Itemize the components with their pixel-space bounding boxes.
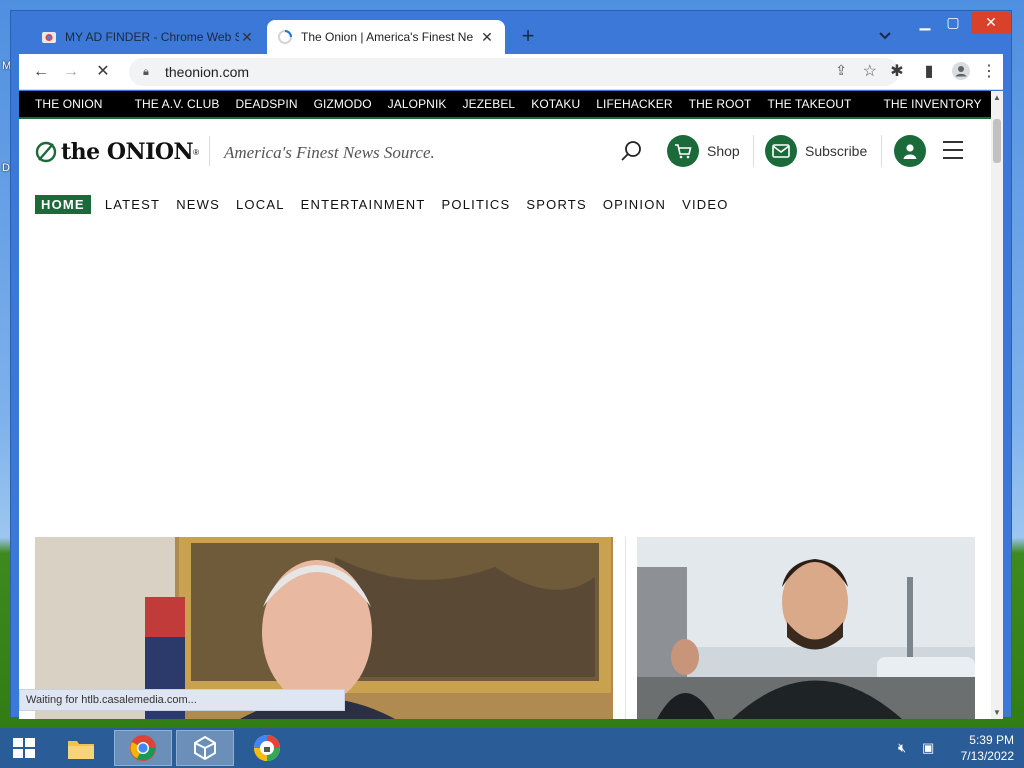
nav-sports[interactable]: SPORTS bbox=[526, 195, 586, 214]
header-divider bbox=[881, 135, 882, 167]
header-divider bbox=[753, 135, 754, 167]
nav-entertainment[interactable]: ENTERTAINMENT bbox=[301, 195, 426, 214]
close-tab-icon[interactable]: ✕ bbox=[479, 29, 495, 46]
tab-the-onion[interactable]: The Onion | America's Finest Ne ✕ bbox=[267, 20, 505, 54]
network-link[interactable]: GIZMODO bbox=[314, 97, 372, 111]
clock-time: 5:39 PM bbox=[969, 733, 1014, 747]
network-icon[interactable]: ▣ bbox=[922, 740, 938, 756]
page-scrollbar[interactable]: ▲ ▼ bbox=[991, 91, 1003, 719]
network-link[interactable]: JEZEBEL bbox=[462, 97, 515, 111]
menu-kebab-icon[interactable]: ⋮ bbox=[979, 62, 999, 82]
url-text: theonion.com bbox=[165, 64, 250, 80]
onion-leaf-icon bbox=[35, 141, 57, 163]
onion-logo[interactable]: the ONION ® bbox=[35, 139, 199, 165]
nav-home[interactable]: HOME bbox=[35, 194, 91, 214]
network-link[interactable]: KOTAKU bbox=[531, 97, 580, 111]
loading-status: Waiting for htlb.casalemedia.com... bbox=[19, 689, 345, 711]
nav-politics[interactable]: POLITICS bbox=[442, 195, 511, 214]
nav-latest[interactable]: LATEST bbox=[105, 195, 160, 214]
logo-wordmark: the ONION bbox=[61, 139, 194, 165]
search-icon[interactable] bbox=[619, 139, 643, 163]
loading-spinner-icon bbox=[278, 30, 292, 44]
tab-strip: MY AD FINDER - Chrome Web St ✕ The Onion… bbox=[11, 11, 1011, 54]
clock-date: 7/13/2022 bbox=[960, 749, 1014, 763]
chrome-icon bbox=[130, 735, 156, 761]
account-user-icon[interactable] bbox=[894, 135, 926, 167]
folder-icon bbox=[68, 741, 94, 759]
new-tab-button[interactable]: + bbox=[516, 25, 540, 49]
taskbar-unity[interactable] bbox=[176, 730, 234, 766]
share-icon[interactable]: ⇪ bbox=[835, 62, 847, 79]
profile-avatar-icon[interactable] bbox=[951, 62, 971, 82]
lock-icon[interactable]: 🔒︎ bbox=[143, 66, 155, 78]
subscribe-label: Subscribe bbox=[805, 143, 868, 159]
network-link[interactable]: THE ROOT bbox=[689, 97, 752, 111]
close-window-button[interactable]: ✕ bbox=[971, 12, 1011, 34]
shop-button[interactable]: Shop bbox=[667, 135, 740, 167]
scroll-down-icon[interactable]: ▼ bbox=[993, 708, 1001, 717]
hamburger-menu-icon[interactable] bbox=[943, 141, 963, 161]
scroll-up-icon[interactable]: ▲ bbox=[993, 93, 1001, 102]
masthead: the ONION ® America's Finest News Source… bbox=[19, 121, 991, 201]
back-icon[interactable]: ← bbox=[31, 62, 51, 82]
shop-label: Shop bbox=[707, 143, 740, 159]
network-link[interactable]: THE TAKEOUT bbox=[767, 97, 851, 111]
subscribe-button[interactable]: Subscribe bbox=[765, 135, 867, 167]
logo-registered-mark: ® bbox=[193, 147, 200, 157]
vpn-lock-icon bbox=[254, 735, 280, 761]
tab-search-icon[interactable] bbox=[877, 27, 893, 43]
chrome-web-store-icon bbox=[42, 32, 56, 43]
envelope-icon bbox=[765, 135, 797, 167]
browser-toolbar: ← → ✕ 🔒︎ theonion.com ⇪ ☆ ✱ ▮ ⋮ bbox=[19, 54, 1003, 90]
logo-divider bbox=[209, 136, 210, 166]
browser-window: MY AD FINDER - Chrome Web St ✕ The Onion… bbox=[10, 10, 1012, 719]
nav-local[interactable]: LOCAL bbox=[236, 195, 285, 214]
address-bar[interactable]: 🔒︎ theonion.com ⇪ ☆ bbox=[129, 58, 899, 86]
story-divider bbox=[625, 537, 626, 719]
nav-video[interactable]: VIDEO bbox=[682, 195, 728, 214]
side-story-image[interactable] bbox=[637, 537, 975, 719]
tab-title: The Onion | America's Finest Ne bbox=[301, 30, 474, 44]
forward-icon[interactable]: → bbox=[61, 62, 81, 82]
windows-logo-icon bbox=[13, 738, 35, 758]
maximize-button[interactable]: ▢ bbox=[939, 12, 967, 34]
shopping-cart-icon bbox=[667, 135, 699, 167]
scroll-thumb[interactable] bbox=[993, 119, 1001, 163]
network-link[interactable]: DEADSPIN bbox=[235, 97, 297, 111]
network-bar: THE ONION THE A.V. CLUB DEADSPIN GIZMODO… bbox=[19, 91, 991, 119]
taskbar-vpn-app[interactable] bbox=[238, 730, 296, 766]
network-link[interactable]: LIFEHACKER bbox=[596, 97, 672, 111]
side-story-photo bbox=[637, 537, 975, 719]
stop-loading-icon[interactable]: ✕ bbox=[93, 62, 113, 82]
ad-placeholder bbox=[19, 221, 991, 531]
nav-opinion[interactable]: OPINION bbox=[603, 195, 666, 214]
taskbar: 🔇︎ ▣ 5:39 PM 7/13/2022 bbox=[0, 728, 1024, 768]
section-nav: HOME LATEST NEWS LOCAL ENTERTAINMENT POL… bbox=[35, 193, 745, 215]
taskbar-file-explorer[interactable] bbox=[52, 730, 110, 766]
network-link[interactable]: THE ONION bbox=[35, 97, 103, 111]
web-page: THE ONION THE A.V. CLUB DEADSPIN GIZMODO… bbox=[19, 91, 991, 719]
desktop-icon-label: D bbox=[2, 162, 10, 174]
network-link[interactable]: THE A.V. CLUB bbox=[135, 97, 220, 111]
extensions-puzzle-icon[interactable]: ✱ bbox=[887, 62, 907, 82]
taskbar-chrome[interactable] bbox=[114, 730, 172, 766]
bookmark-star-icon[interactable]: ☆ bbox=[863, 61, 877, 81]
tagline: America's Finest News Source. bbox=[224, 143, 435, 162]
tab-title: MY AD FINDER - Chrome Web St bbox=[65, 30, 239, 44]
close-tab-icon[interactable]: ✕ bbox=[239, 29, 255, 46]
network-link[interactable]: THE INVENTORY bbox=[883, 97, 981, 111]
speaker-muted-icon[interactable]: 🔇︎ bbox=[898, 740, 914, 756]
network-link[interactable]: JALOPNIK bbox=[388, 97, 447, 111]
side-panel-icon[interactable]: ▮ bbox=[919, 62, 939, 82]
minimize-button[interactable]: ▁ bbox=[911, 12, 939, 34]
unity-icon bbox=[194, 735, 216, 761]
tab-my-ad-finder[interactable]: MY AD FINDER - Chrome Web St ✕ bbox=[31, 20, 265, 54]
nav-news[interactable]: NEWS bbox=[176, 195, 220, 214]
clock[interactable]: 5:39 PM 7/13/2022 bbox=[961, 732, 1014, 764]
start-button[interactable] bbox=[0, 730, 48, 766]
